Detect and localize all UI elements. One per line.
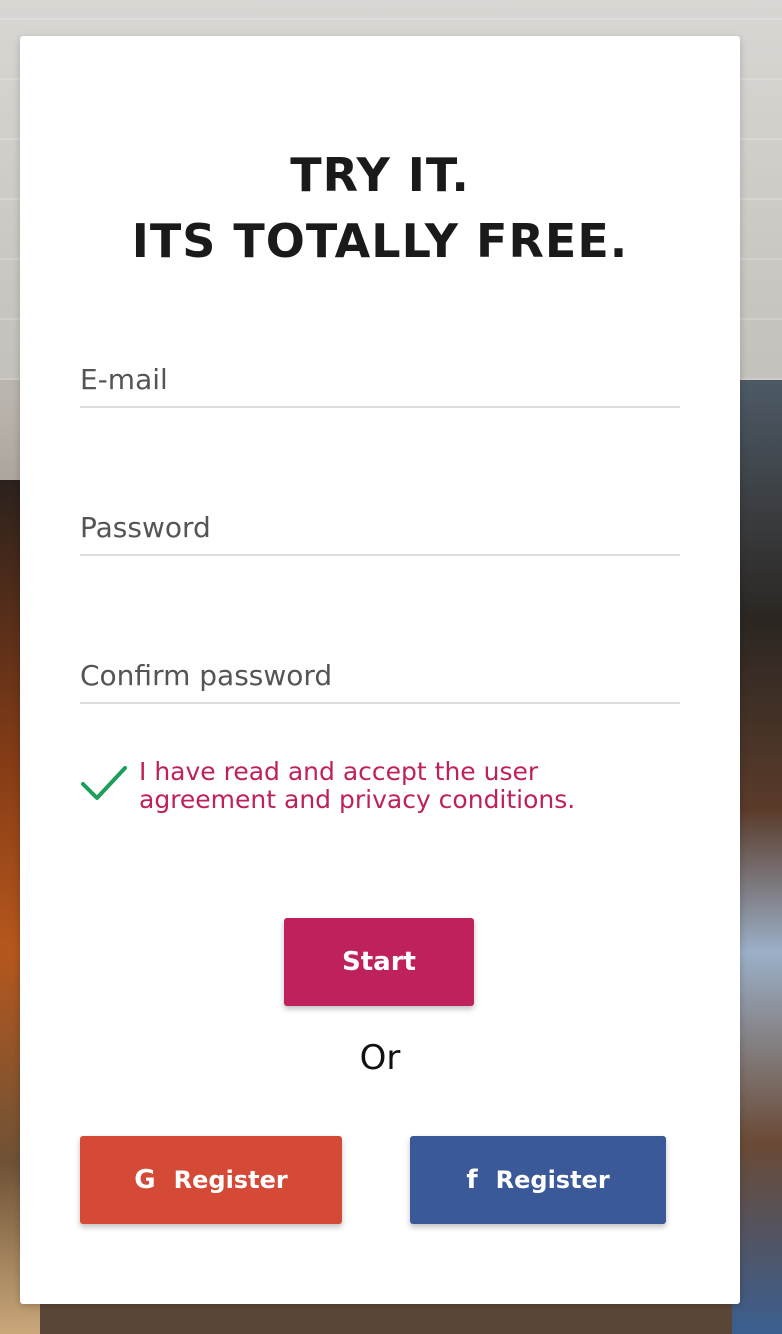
confirm-password-field[interactable] bbox=[80, 659, 680, 692]
or-separator: Or bbox=[359, 1038, 401, 1078]
start-button[interactable]: Start bbox=[284, 918, 474, 1006]
title-line-2: ITS TOTALLY FREE. bbox=[131, 214, 629, 268]
google-register-button[interactable]: G Register bbox=[80, 1136, 342, 1224]
facebook-register-button[interactable]: f Register bbox=[410, 1136, 666, 1224]
facebook-icon: f bbox=[466, 1165, 478, 1195]
title-line-1: TRY IT. bbox=[290, 148, 470, 202]
signup-card: TRY IT. ITS TOTALLY FREE. I have read an… bbox=[20, 36, 740, 1304]
page-title: TRY IT. ITS TOTALLY FREE. bbox=[20, 142, 740, 274]
checkmark-icon[interactable] bbox=[80, 764, 128, 804]
google-icon: G bbox=[134, 1165, 156, 1195]
confirm-password-field-wrapper bbox=[80, 632, 680, 704]
facebook-register-label: Register bbox=[495, 1166, 610, 1194]
google-register-label: Register bbox=[173, 1166, 288, 1194]
password-field-wrapper bbox=[80, 484, 680, 556]
agreement-label: I have read and accept the user agreemen… bbox=[139, 757, 576, 814]
email-field-wrapper bbox=[80, 336, 680, 408]
password-field[interactable] bbox=[80, 511, 680, 544]
agreement-checkbox-row[interactable]: I have read and accept the user agreemen… bbox=[80, 758, 680, 828]
email-field[interactable] bbox=[80, 363, 680, 396]
